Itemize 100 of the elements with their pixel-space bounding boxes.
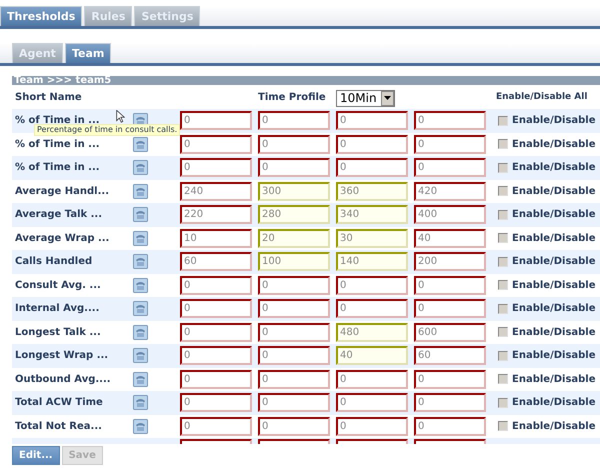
threshold-field[interactable]: 0 <box>414 158 486 178</box>
metric-name: Longest Talk ... <box>14 326 101 338</box>
threshold-field[interactable]: 0 <box>180 346 252 366</box>
threshold-field[interactable]: 0 <box>180 370 252 389</box>
threshold-field[interactable]: 0 <box>336 158 408 178</box>
threshold-field[interactable]: 0 <box>258 370 330 389</box>
phone-icon[interactable] <box>133 254 148 270</box>
threshold-field[interactable]: 0 <box>336 276 408 295</box>
threshold-field[interactable]: 0 <box>414 299 486 318</box>
checkbox-label: Enable/Disable <box>512 303 596 314</box>
checkbox[interactable] <box>498 116 508 126</box>
checkbox[interactable] <box>498 350 508 361</box>
threshold-field[interactable]: 0 <box>258 158 330 178</box>
threshold-field[interactable]: 0 <box>336 111 408 130</box>
threshold-field[interactable]: 0 <box>258 416 330 436</box>
metric-name: Calls Handled <box>14 256 92 268</box>
time-profile-dropdown[interactable]: 10Min <box>336 90 395 107</box>
tab[interactable]: Team <box>64 43 112 63</box>
checkbox[interactable] <box>498 162 508 173</box>
threshold-field[interactable]: 240 <box>180 182 252 201</box>
phone-icon[interactable] <box>133 395 148 410</box>
checkbox[interactable] <box>498 256 508 267</box>
checkbox[interactable] <box>498 210 508 220</box>
threshold-field[interactable]: 0 <box>336 393 408 412</box>
threshold-field[interactable]: 200 <box>414 252 486 272</box>
edit-button[interactable]: Edit... <box>12 446 60 465</box>
checkbox-label: Enable/Disable <box>512 115 596 126</box>
threshold-field[interactable]: 0 <box>180 416 252 436</box>
threshold-field[interactable]: 60 <box>414 346 486 366</box>
phone-icon[interactable] <box>133 278 148 293</box>
threshold-field[interactable]: 480 <box>336 322 408 342</box>
threshold-field[interactable]: 0 <box>180 134 252 154</box>
tooltip: Percentage of time in consult calls. <box>34 124 180 136</box>
phone-icon[interactable] <box>133 230 148 246</box>
threshold-field[interactable]: 0 <box>414 134 486 154</box>
caret-icon <box>384 96 391 100</box>
breadcrumb: Team >>> team5 <box>12 76 600 85</box>
threshold-field[interactable]: 300 <box>258 182 330 201</box>
threshold-field[interactable]: 0 <box>180 322 252 342</box>
threshold-field[interactable]: 0 <box>180 393 252 412</box>
threshold-field[interactable]: 220 <box>180 205 252 224</box>
threshold-field[interactable]: 400 <box>414 205 486 224</box>
threshold-field[interactable]: 0 <box>336 370 408 389</box>
threshold-field[interactable]: 0 <box>180 299 252 318</box>
threshold-field[interactable]: 60 <box>180 252 252 272</box>
phone-icon[interactable] <box>133 372 148 387</box>
checkbox[interactable] <box>498 327 508 338</box>
phone-icon[interactable] <box>133 418 148 434</box>
threshold-field[interactable]: 140 <box>336 252 408 272</box>
threshold-field[interactable]: 30 <box>336 228 408 248</box>
threshold-field[interactable]: 10 <box>180 228 252 248</box>
checkbox[interactable] <box>498 304 508 314</box>
checkbox-label: Enable/Disable <box>512 256 596 268</box>
checkbox[interactable] <box>498 233 508 244</box>
threshold-field[interactable]: 0 <box>336 416 408 436</box>
checkbox[interactable] <box>498 280 508 290</box>
threshold-field[interactable]: 0 <box>414 416 486 436</box>
threshold-field[interactable]: 40 <box>414 228 486 248</box>
phone-icon[interactable] <box>133 324 148 340</box>
tab[interactable]: Thresholds <box>0 6 82 26</box>
checkbox[interactable] <box>498 186 508 196</box>
threshold-field[interactable]: 0 <box>258 299 330 318</box>
phone-icon[interactable] <box>133 136 148 152</box>
checkbox[interactable] <box>498 374 508 384</box>
phone-icon[interactable] <box>133 301 148 316</box>
checkbox-label: Enable/Disable <box>512 232 596 244</box>
threshold-field[interactable]: 0 <box>414 276 486 295</box>
phone-icon[interactable] <box>133 184 148 199</box>
threshold-field[interactable]: 340 <box>336 205 408 224</box>
threshold-field[interactable]: 0 <box>180 111 252 130</box>
threshold-field[interactable]: 0 <box>414 370 486 389</box>
threshold-field[interactable]: 0 <box>258 346 330 366</box>
threshold-field[interactable]: 20 <box>258 228 330 248</box>
threshold-field[interactable]: 280 <box>258 205 330 224</box>
threshold-field[interactable]: 0 <box>258 276 330 295</box>
phone-icon[interactable] <box>133 207 148 222</box>
threshold-field[interactable]: 0 <box>258 322 330 342</box>
threshold-field[interactable]: 600 <box>414 322 486 342</box>
threshold-field[interactable]: 0 <box>414 111 486 130</box>
phone-icon[interactable] <box>133 160 148 176</box>
threshold-field[interactable]: 420 <box>414 182 486 201</box>
metric-name: Average Handl... <box>14 186 110 197</box>
threshold-field[interactable]: 0 <box>414 393 486 412</box>
threshold-field[interactable]: 0 <box>258 393 330 412</box>
column-header: Enable/Disable All <box>495 92 588 102</box>
threshold-field[interactable]: 100 <box>258 252 330 272</box>
threshold-field[interactable]: 0 <box>180 276 252 295</box>
threshold-field[interactable]: 360 <box>336 182 408 201</box>
metric-name: Average Wrap ... <box>14 232 110 244</box>
checkbox-label: Enable/Disable <box>512 350 596 362</box>
checkbox[interactable] <box>498 398 508 408</box>
threshold-field[interactable]: 0 <box>336 299 408 318</box>
checkbox[interactable] <box>498 139 508 150</box>
checkbox[interactable] <box>498 421 508 432</box>
phone-icon[interactable] <box>133 348 148 364</box>
threshold-field[interactable]: 0 <box>180 158 252 178</box>
threshold-field[interactable]: 0 <box>258 134 330 154</box>
threshold-field[interactable]: 0 <box>336 134 408 154</box>
threshold-field[interactable]: 40 <box>336 346 408 366</box>
threshold-field[interactable]: 0 <box>258 111 330 130</box>
